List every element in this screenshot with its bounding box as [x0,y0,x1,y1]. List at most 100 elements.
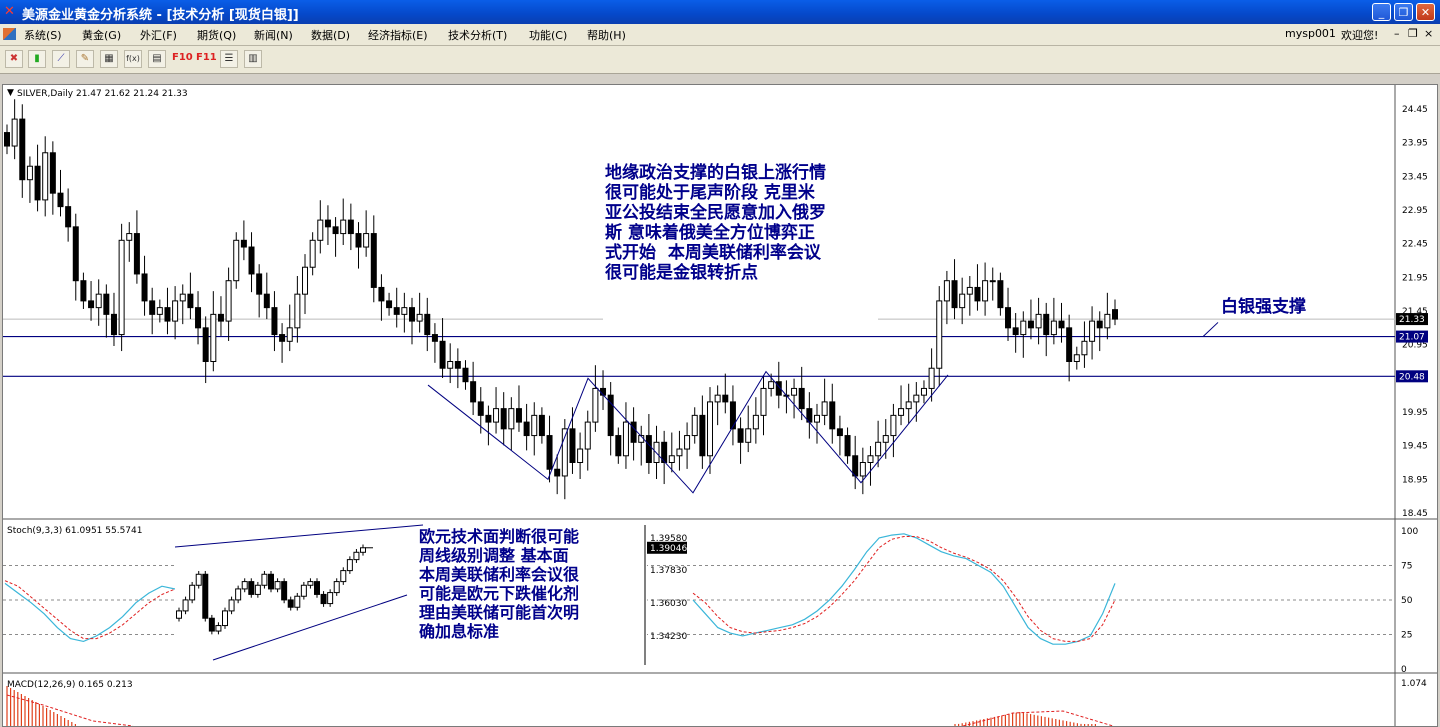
inset-candle [320,593,327,605]
mdi-minimize-button[interactable]: – [1394,27,1400,40]
bear-candle [729,401,736,430]
f10-icon[interactable]: F10 [172,50,193,68]
macd-histogram [6,686,1114,726]
inset-candle [294,595,301,608]
bull-candle [813,414,820,423]
stoch-scale-label: 75 [1401,562,1412,572]
bull-candle [936,300,943,369]
bull-candle [401,307,408,315]
menu-futures[interactable]: 期货(Q) [197,27,236,43]
menu-technical-analysis[interactable]: 技术分析(T) [448,27,507,43]
stoch-scale-label: 100 [1401,527,1418,537]
inset-candle [340,570,347,583]
bear-candle [699,414,706,457]
bear-candle [19,118,26,181]
bull-candle [584,421,591,450]
bear-candle [844,435,851,457]
menu-help[interactable]: 帮助(H) [587,27,626,43]
menu-functions[interactable]: 功能(C) [529,27,567,43]
bear-candle [1005,307,1012,329]
menu-gold[interactable]: 黄金(G) [82,27,121,43]
list-icon[interactable]: ☰ [220,50,238,68]
bear-candle [645,435,652,464]
close-button[interactable]: ✕ [1416,3,1435,21]
bear-candle [1096,320,1103,329]
function-icon[interactable]: f(x) [124,50,142,68]
bull-candle [859,462,866,477]
bull-candle [210,313,217,363]
bull-candle [684,435,691,450]
bull-candle [340,219,347,235]
bull-candle [905,401,912,410]
bear-candle [974,286,981,302]
bear-candle [34,165,41,201]
restore-button[interactable]: ❐ [1394,3,1413,21]
price-tick-label: 18.95 [1402,475,1428,485]
level-label: 20.48 [1399,372,1425,382]
username: mysp001 [1285,27,1336,40]
bull-candle [1035,313,1042,329]
inset-candle [346,559,353,572]
bull-candle [126,233,133,241]
bear-candle [202,327,209,362]
main-chart-marker-icon: ▼ [7,88,14,98]
bear-candle [133,233,140,275]
bull-candle [867,455,874,463]
f11-icon[interactable]: F11 [196,50,217,68]
draw-icon[interactable]: ✎ [76,50,94,68]
table-icon[interactable]: ▥ [244,50,262,68]
bull-candle [989,280,996,283]
bear-candle [477,401,484,416]
minimize-button[interactable]: _ [1372,3,1391,21]
bear-candle [431,334,438,342]
bull-candle [1081,340,1088,356]
inset-price-label: 1.39046 [650,544,687,554]
bear-candle [386,300,393,309]
close-chart-icon[interactable]: ✖ [5,50,23,68]
bull-candle [752,414,759,430]
menu-data[interactable]: 数据(D) [311,27,350,43]
macd-header: MACD(12,26,9) 0.165 0.213 [7,680,133,690]
bull-candle [768,381,775,389]
mdi-close-button[interactable]: × [1424,27,1433,40]
bear-candle [65,206,72,228]
bear-candle [195,307,202,329]
bull-candle [577,448,584,463]
current-price-label: 21.33 [1399,315,1425,325]
chart-window[interactable]: ▼ SILVER,Daily 21.47 21.62 21.24 21.33 2… [2,84,1438,727]
price-tick-label: 24.45 [1402,105,1428,115]
bear-candle [240,239,247,248]
bull-candle [11,118,18,147]
inset-candle [274,581,281,590]
bear-candle [737,428,744,443]
bull-candle [233,239,240,282]
menu-forex[interactable]: 外汇(F) [140,27,177,43]
line-chart-icon[interactable]: ⟋ [52,50,70,68]
bull-candle [286,327,293,342]
grid-icon[interactable]: ▦ [100,50,118,68]
inset-candle [215,625,222,632]
bear-candle [103,293,110,315]
mdi-restore-button[interactable]: ❐ [1408,27,1418,40]
menu-economic-indicators[interactable]: 经济指标(E) [368,27,428,43]
inset-candle [189,584,196,601]
bear-candle [1066,327,1073,362]
bull-candle [1104,313,1111,329]
bull-candle [95,293,102,309]
menu-system[interactable]: 系统(S) [24,27,62,43]
inset-candle [307,581,314,586]
bear-candle [523,421,530,437]
macd-scale-top: 1.074 [1401,679,1427,689]
menu-news[interactable]: 新闻(N) [254,27,293,43]
bear-candle [271,307,278,336]
bull-candle [943,280,950,302]
support-annotation: 白银强支撑 [1221,297,1306,317]
inset-candle [281,581,288,601]
bear-candle [829,401,836,430]
bear-candle [538,414,545,437]
bull-candle [531,414,538,437]
bear-candle [439,340,446,369]
candlestick-icon[interactable]: ▮ [28,50,46,68]
app-menu-icon[interactable] [3,28,16,40]
print-icon[interactable]: ▤ [148,50,166,68]
